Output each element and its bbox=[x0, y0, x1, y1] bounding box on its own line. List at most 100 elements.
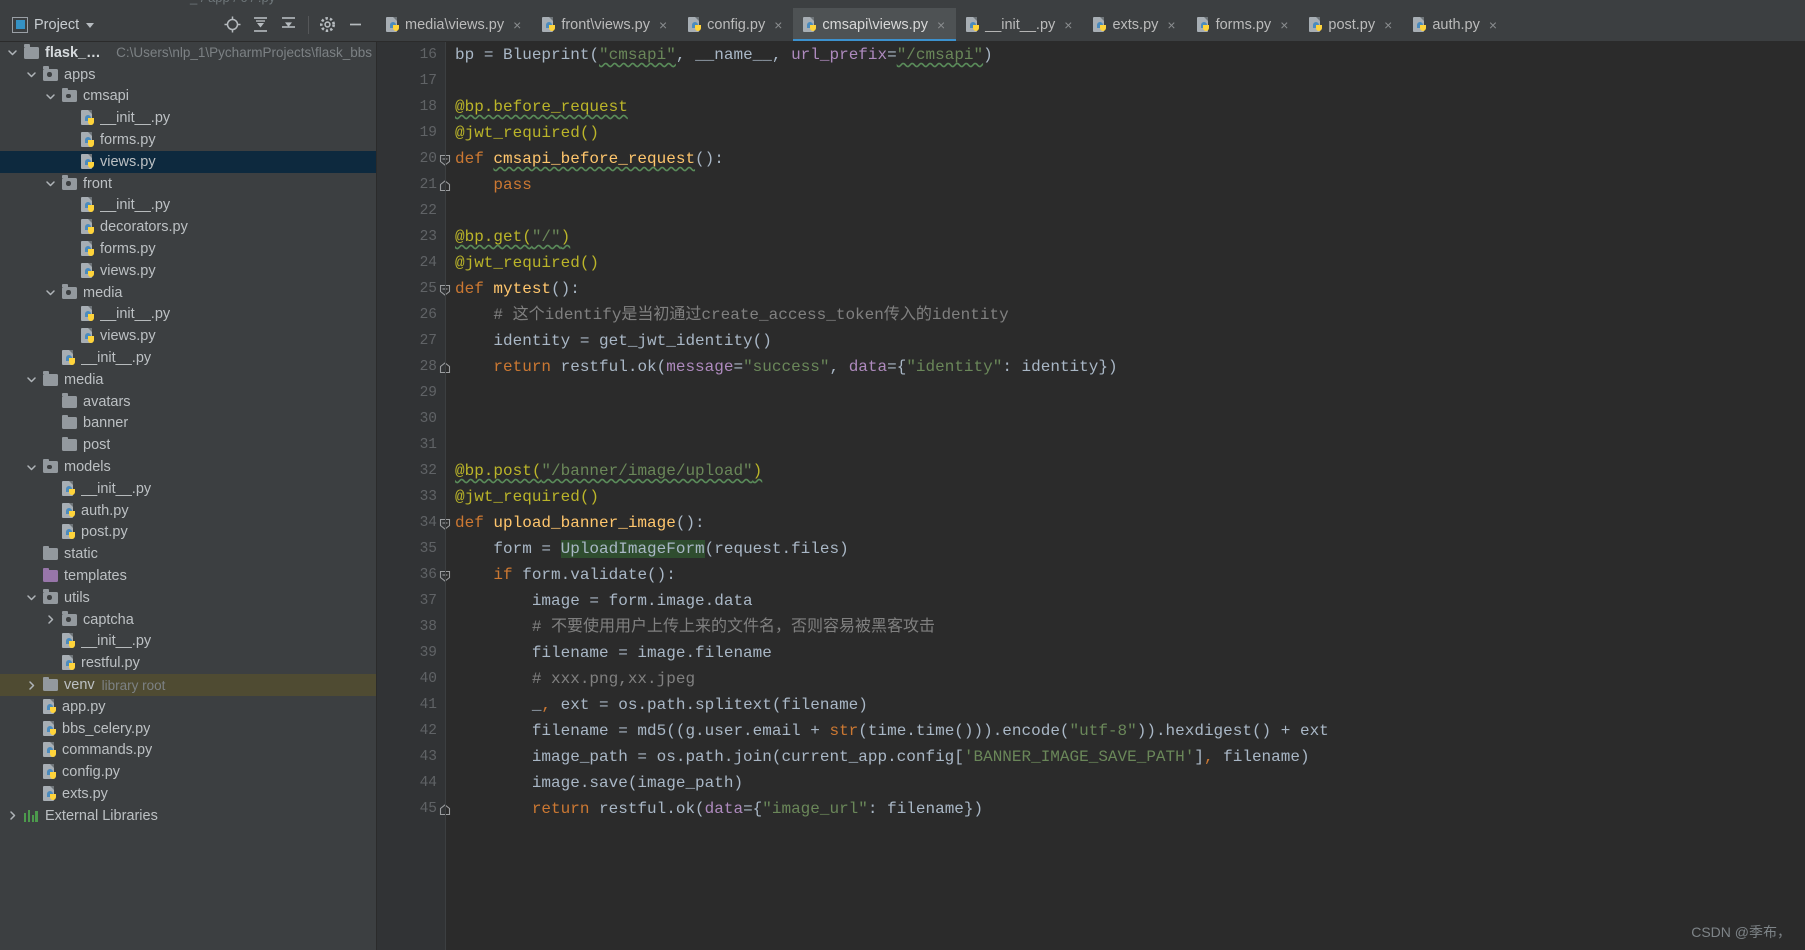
code-token: (): bbox=[551, 280, 580, 298]
chevron-right-icon[interactable] bbox=[25, 680, 38, 691]
close-icon[interactable]: × bbox=[1165, 18, 1177, 32]
tree-item---init---py[interactable]: __init__.py bbox=[0, 478, 376, 500]
tree-item-views-py[interactable]: views.py bbox=[0, 260, 376, 282]
gear-icon[interactable] bbox=[314, 12, 340, 38]
editor-gutter[interactable]: 16 17 18 19 20 21 22 23 24 25 26 27 28 29 30 31 32 33 34 35… bbox=[377, 42, 451, 950]
tree-item-post-py[interactable]: post.py bbox=[0, 522, 376, 544]
tree-item---init---py[interactable]: __init__.py bbox=[0, 631, 376, 653]
code-token: filename = md5((g.user.email + bbox=[455, 722, 830, 740]
tree-item-media[interactable]: media bbox=[0, 369, 376, 391]
tree-item-label: restful.py bbox=[81, 655, 140, 672]
tree-item-restful-py[interactable]: restful.py bbox=[0, 652, 376, 674]
tree-item-auth-py[interactable]: auth.py bbox=[0, 500, 376, 522]
chevron-down-icon[interactable] bbox=[44, 91, 57, 102]
tree-item-app-py[interactable]: app.py bbox=[0, 696, 376, 718]
tree-item-bbs-celery-py[interactable]: bbs_celery.py bbox=[0, 718, 376, 740]
chevron-down-icon[interactable] bbox=[25, 69, 38, 80]
code-token: pass bbox=[493, 176, 532, 194]
tree-item-media[interactable]: media bbox=[0, 282, 376, 304]
tree-item-label: venv bbox=[64, 677, 95, 693]
python-file-icon bbox=[81, 197, 95, 213]
editor-code-area[interactable]: bp = Blueprint("cmsapi", __name__, url_p… bbox=[445, 42, 1805, 950]
close-icon[interactable]: × bbox=[1278, 18, 1290, 32]
close-icon[interactable]: × bbox=[1062, 18, 1074, 32]
chevron-down-icon[interactable] bbox=[25, 374, 38, 385]
external-libraries-icon bbox=[24, 809, 39, 823]
editor-tab[interactable]: __init__.py × bbox=[956, 8, 1083, 41]
chevron-down-icon[interactable] bbox=[44, 287, 57, 298]
editor-tab[interactable]: front\views.py × bbox=[532, 8, 678, 41]
watermark: CSDN @季布， bbox=[1691, 924, 1791, 940]
line-number: 45 bbox=[419, 801, 437, 817]
tree-item-cmsapi[interactable]: cmsapi bbox=[0, 86, 376, 108]
code-token: bp bbox=[455, 46, 484, 64]
minimize-icon[interactable] bbox=[342, 12, 368, 38]
tree-item-forms-py[interactable]: forms.py bbox=[0, 238, 376, 260]
tree-item-static[interactable]: static bbox=[0, 543, 376, 565]
tree-item-templates[interactable]: templates bbox=[0, 565, 376, 587]
tree-item-avatars[interactable]: avatars bbox=[0, 391, 376, 413]
editor-tab[interactable]: exts.py × bbox=[1083, 8, 1186, 41]
tree-item-decorators-py[interactable]: decorators.py bbox=[0, 216, 376, 238]
code-line: @jwt_required() bbox=[445, 120, 1805, 146]
tree-item-apps[interactable]: apps bbox=[0, 64, 376, 86]
code-editor[interactable]: 16 17 18 19 20 21 22 23 24 25 26 27 28 29 30 31 32 33 34 35… bbox=[377, 42, 1805, 950]
chevron-down-icon[interactable] bbox=[86, 23, 95, 28]
editor-tab[interactable]: post.py × bbox=[1299, 8, 1403, 41]
folder-icon bbox=[43, 676, 58, 691]
tree-item-views-py[interactable]: views.py bbox=[0, 150, 376, 173]
chevron-down-icon[interactable] bbox=[25, 462, 38, 473]
close-icon[interactable]: × bbox=[772, 18, 784, 32]
line-number: 41 bbox=[419, 697, 437, 713]
tree-item-label: __init__.py bbox=[81, 480, 152, 497]
collapse-all-icon[interactable] bbox=[275, 12, 301, 38]
chevron-down-icon[interactable] bbox=[25, 592, 38, 603]
line-number: 32 bbox=[419, 463, 437, 479]
expand-all-icon[interactable] bbox=[247, 12, 273, 38]
tree-item-banner[interactable]: banner bbox=[0, 413, 376, 435]
close-icon[interactable]: × bbox=[935, 18, 947, 32]
editor-vertical-scrollbar[interactable] bbox=[1797, 42, 1805, 950]
editor-tab[interactable]: media\views.py × bbox=[376, 8, 532, 41]
tree-item-forms-py[interactable]: forms.py bbox=[0, 129, 376, 151]
tree-item---init---py[interactable]: __init__.py bbox=[0, 195, 376, 217]
tree-item-venv[interactable]: venv library root bbox=[0, 674, 376, 696]
tree-item---init---py[interactable]: __init__.py bbox=[0, 347, 376, 369]
close-icon[interactable]: × bbox=[1487, 18, 1499, 32]
editor-tab[interactable]: config.py × bbox=[678, 8, 793, 41]
locate-icon[interactable] bbox=[219, 12, 245, 38]
project-tree-panel[interactable]: flask_bbs C:\Users\nlp_1\PycharmProjects\… bbox=[0, 42, 377, 950]
tree-item-utils[interactable]: utils bbox=[0, 587, 376, 609]
tree-item---init---py[interactable]: __init__.py bbox=[0, 304, 376, 326]
chevron-down-icon[interactable] bbox=[6, 47, 19, 58]
tree-item-external libraries[interactable]: External Libraries bbox=[0, 805, 376, 827]
tree-item-front[interactable]: front bbox=[0, 173, 376, 195]
tree-item-models[interactable]: models bbox=[0, 456, 376, 478]
tree-item-label: models bbox=[64, 459, 111, 476]
chevron-right-icon[interactable] bbox=[44, 614, 57, 625]
tree-item-label: views.py bbox=[100, 153, 156, 170]
tree-item---init---py[interactable]: __init__.py bbox=[0, 107, 376, 129]
tree-item-config-py[interactable]: config.py bbox=[0, 761, 376, 783]
python-file-icon bbox=[43, 742, 57, 758]
tree-item-views-py[interactable]: views.py bbox=[0, 325, 376, 347]
python-file-icon bbox=[1196, 16, 1211, 33]
tree-item-label: External Libraries bbox=[45, 807, 158, 824]
tree-item-flask-bbs[interactable]: flask_bbs C:\Users\nlp_1\PycharmProjects\… bbox=[0, 42, 376, 64]
python-file-icon bbox=[81, 262, 95, 279]
tree-item-post[interactable]: post bbox=[0, 434, 376, 456]
chevron-right-icon[interactable] bbox=[6, 810, 19, 821]
editor-tab-label: front\views.py bbox=[561, 16, 650, 33]
editor-tab[interactable]: forms.py × bbox=[1187, 8, 1300, 41]
editor-tab[interactable]: cmsapi\views.py × bbox=[793, 8, 957, 41]
close-icon[interactable]: × bbox=[1382, 18, 1394, 32]
chevron-down-icon[interactable] bbox=[44, 178, 57, 189]
close-icon[interactable]: × bbox=[511, 18, 523, 32]
tree-item-captcha[interactable]: captcha bbox=[0, 609, 376, 631]
close-icon[interactable]: × bbox=[657, 18, 669, 32]
code-token: restful.ok( bbox=[599, 800, 705, 818]
tree-item-exts-py[interactable]: exts.py bbox=[0, 783, 376, 805]
tree-item-commands-py[interactable]: commands.py bbox=[0, 740, 376, 762]
editor-tab[interactable]: auth.py × bbox=[1403, 8, 1508, 41]
